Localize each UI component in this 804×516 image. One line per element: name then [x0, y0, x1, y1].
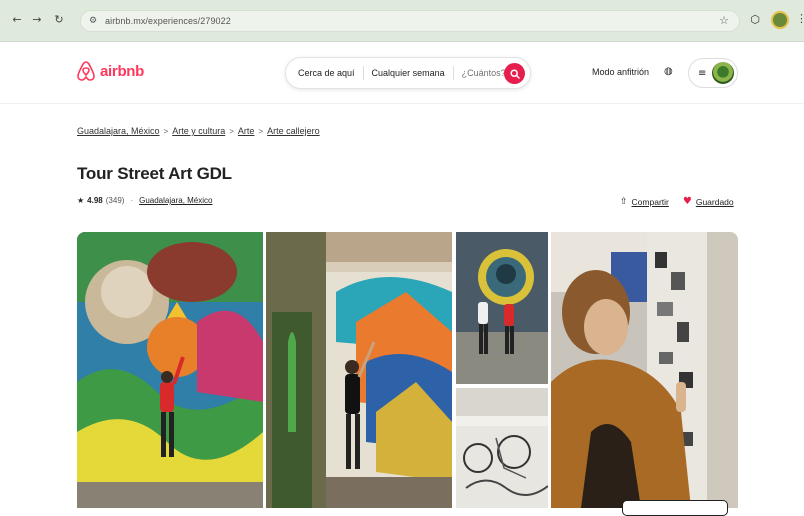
listing-photo-5[interactable] [551, 232, 738, 508]
search-who[interactable]: ¿Cuántos? [462, 68, 506, 78]
hamburger-icon: ≡ [698, 67, 707, 79]
chevron-right-icon: > [163, 126, 169, 136]
location-link[interactable]: Guadalajara, México [139, 196, 212, 205]
review-count[interactable]: (349) [106, 196, 125, 205]
search-divider [452, 66, 454, 80]
mural-photo-image [77, 232, 263, 508]
show-all-photos-button[interactable] [622, 500, 728, 516]
site-header: airbnb Cerca de aquí Cualquier semana ¿C… [0, 42, 804, 104]
forward-arrow-icon[interactable]: → [30, 13, 44, 27]
search-icon [509, 68, 520, 79]
listing-actions: ⇧ Compartir ♥ Guardado [620, 196, 734, 207]
page-title: Tour Street Art GDL [77, 164, 232, 183]
chevron-right-icon: > [229, 126, 234, 136]
host-mode-link[interactable]: Modo anfitrión [592, 67, 649, 77]
airbnb-logo-icon [77, 61, 95, 81]
sticker-pole-image [551, 232, 738, 508]
browser-toolbar: ← → ↻ ⚙ airbnb.mx/experiences/279022 ☆ ⬡… [0, 0, 804, 42]
search-button[interactable] [504, 63, 525, 84]
extension-icon[interactable]: ⬡ [748, 13, 762, 27]
listing-meta: ★ 4.98 (349) · Guadalajara, México [77, 196, 212, 205]
meta-separator: · [130, 196, 134, 205]
browser-profile-avatar[interactable] [771, 11, 789, 29]
listing-photo-1[interactable] [77, 232, 263, 508]
reload-icon[interactable]: ↻ [52, 13, 66, 27]
search-divider [362, 66, 364, 80]
chevron-right-icon: > [258, 126, 264, 136]
listing-photo-3[interactable] [456, 232, 548, 384]
save-button[interactable]: ♥ Guardado [683, 196, 734, 207]
address-bar[interactable]: ⚙ airbnb.mx/experiences/279022 ☆ [80, 10, 740, 32]
avatar [712, 62, 735, 84]
star-icon: ★ [77, 196, 85, 205]
site-info-icon[interactable]: ⚙ [89, 16, 100, 27]
sketch-mural-image [456, 388, 548, 508]
breadcrumb-item[interactable]: Guadalajara, México [77, 126, 160, 136]
listing-photo-2[interactable] [266, 232, 452, 508]
wall-portrait-image [456, 232, 548, 384]
breadcrumb: Guadalajara, México > Arte y cultura > A… [77, 126, 320, 136]
breadcrumb-item[interactable]: Arte [238, 126, 255, 136]
user-menu-button[interactable]: ≡ [688, 58, 738, 88]
share-label: Compartir [631, 196, 669, 207]
globe-icon[interactable]: ◍ [664, 66, 676, 78]
search-when[interactable]: Cualquier semana [372, 68, 445, 78]
search-bar[interactable]: Cerca de aquí Cualquier semana ¿Cuántos? [285, 57, 531, 89]
browser-menu-icon[interactable]: ⋮ [796, 12, 804, 25]
rating-value: 4.98 [87, 196, 103, 205]
save-label: Guardado [695, 196, 734, 207]
breadcrumb-item[interactable]: Arte callejero [267, 126, 320, 136]
logo-text: airbnb [100, 62, 145, 80]
back-arrow-icon[interactable]: ← [10, 13, 24, 27]
breadcrumb-item[interactable]: Arte y cultura [172, 126, 225, 136]
airbnb-logo[interactable]: airbnb [76, 60, 144, 82]
share-button[interactable]: ⇧ Compartir [620, 196, 669, 207]
listing-photo-4[interactable] [456, 388, 548, 508]
heart-icon: ♥ [682, 196, 692, 207]
bookmark-star-icon[interactable]: ☆ [719, 14, 729, 27]
search-where[interactable]: Cerca de aquí [298, 68, 355, 78]
alley-mural-image [266, 232, 452, 508]
share-icon: ⇧ [620, 196, 628, 207]
url-text: airbnb.mx/experiences/279022 [105, 16, 231, 26]
